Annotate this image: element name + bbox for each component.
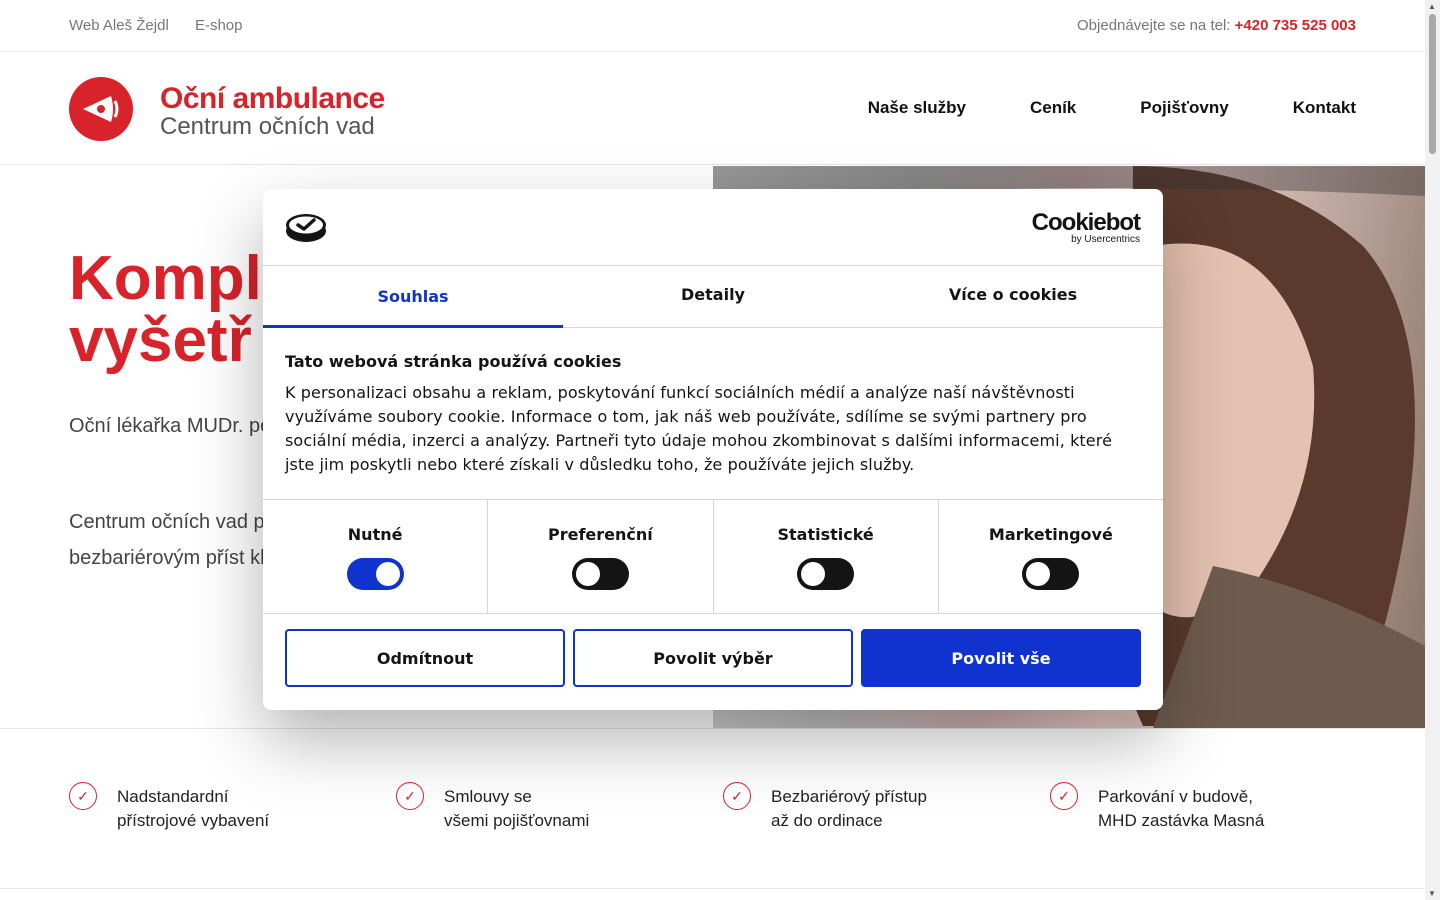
cookie-logo-icon (285, 211, 327, 247)
site-header: Oční ambulance Centrum očních vad Naše s… (0, 53, 1425, 165)
nav-item-insurance[interactable]: Pojišťovny (1140, 98, 1228, 118)
nav-item-contact[interactable]: Kontakt (1293, 98, 1356, 118)
dialog-header: Cookiebot by Usercentrics (263, 189, 1163, 266)
logo-icon[interactable] (69, 77, 133, 141)
dialog-heading: Tato webová stránka používá cookies (285, 352, 622, 371)
top-bar: Web Aleš Žejdl E-shop Objednávejte se na… (0, 0, 1425, 52)
dialog-tabs: Souhlas Detaily Více o cookies (263, 266, 1163, 328)
feature-item: ✓ Parkování v budově, MHD zastávka Masná (1050, 782, 1264, 833)
toggle-statistics[interactable] (797, 558, 855, 590)
nav-item-services[interactable]: Naše služby (868, 98, 966, 118)
feature-text: Parkování v budově, MHD zastávka Masná (1098, 785, 1264, 833)
dialog-content: Tato webová stránka používá cookies K pe… (263, 328, 1163, 500)
top-links: Web Aleš Žejdl E-shop (69, 17, 264, 34)
feature-text: Bezbariérový přístup až do ordinace (771, 785, 927, 833)
feature-line2: přístrojové vybavení (117, 811, 270, 830)
check-icon: ✓ (723, 782, 751, 810)
hero-title-line1: Kompl (69, 244, 262, 313)
dialog-body: K personalizaci obsahu a reklam, poskyto… (285, 383, 1113, 474)
toggle-group-marketing: Marketingové (939, 500, 1163, 613)
hero-title: Kompl vyšetř (69, 248, 262, 372)
feature-line2: všemi pojišťovnami (444, 811, 590, 830)
feature-item: ✓ Smlouvy se všemi pojišťovnami (396, 782, 589, 833)
tab-details[interactable]: Detaily (563, 266, 863, 327)
scrollbar-thumb[interactable] (1429, 14, 1436, 154)
toggle-label: Preferenční (547, 525, 653, 544)
tab-consent[interactable]: Souhlas (263, 266, 563, 328)
feature-text: Smlouvy se všemi pojišťovnami (444, 785, 589, 833)
feature-line1: Bezbariérový přístup (771, 787, 927, 806)
phone-number[interactable]: +420 735 525 003 (1235, 17, 1356, 34)
phone-info: Objednávejte se na tel: +420 735 525 003 (1077, 17, 1356, 34)
nav-item-pricing[interactable]: Ceník (1030, 98, 1076, 118)
feature-line1: Nadstandardní (117, 787, 229, 806)
feature-line2: až do ordinace (771, 811, 883, 830)
toggle-label: Nutné (347, 525, 403, 544)
toggle-preferences[interactable] (571, 558, 629, 590)
feature-item: ✓ Nadstandardní přístrojové vybavení (69, 782, 269, 833)
toggle-label: Marketingové (988, 525, 1113, 544)
cookie-consent-dialog: Cookiebot by Usercentrics Souhlas Detail… (263, 189, 1163, 710)
feature-line1: Smlouvy se (444, 787, 532, 806)
phone-label: Objednávejte se na tel: (1077, 17, 1231, 34)
hero-title-line2: vyšetř (69, 306, 252, 375)
check-icon: ✓ (1050, 782, 1078, 810)
allow-all-button[interactable]: Povolit vše (861, 629, 1141, 687)
main-nav: Naše služby Ceník Pojišťovny Kontakt (868, 98, 1356, 118)
top-link-eshop[interactable]: E-shop (195, 17, 243, 34)
allow-selection-button[interactable]: Povolit výběr (573, 629, 853, 687)
top-link-web[interactable]: Web Aleš Žejdl (69, 17, 169, 34)
toggle-necessary[interactable] (346, 558, 404, 590)
toggle-label: Statistické (777, 525, 874, 544)
cookiebot-brand[interactable]: Cookiebot by Usercentrics (1031, 209, 1141, 245)
toggle-group-preferences: Preferenční (488, 500, 714, 613)
check-icon: ✓ (69, 782, 97, 810)
consent-toggles: Nutné Preferenční Statistické Marketingo… (263, 500, 1163, 614)
section-divider (0, 888, 1425, 889)
feature-item: ✓ Bezbariérový přístup až do ordinace (723, 782, 927, 833)
toggle-group-statistics: Statistické (714, 500, 939, 613)
scroll-up-icon[interactable]: ▲ (1428, 2, 1436, 11)
feature-line1: Parkování v budově, (1098, 787, 1253, 806)
brand-subtitle: Centrum očních vad (160, 113, 375, 140)
toggle-marketing[interactable] (1022, 558, 1080, 590)
scroll-down-icon[interactable]: ▼ (1428, 889, 1436, 898)
cookiebot-logo: Cookiebot (1031, 209, 1141, 236)
feature-text: Nadstandardní přístrojové vybavení (117, 785, 269, 833)
brand-title[interactable]: Oční ambulance (160, 82, 385, 116)
tab-about-cookies[interactable]: Více o cookies (863, 266, 1163, 327)
feature-line2: MHD zastávka Masná (1098, 811, 1265, 830)
toggle-group-necessary: Nutné (263, 500, 489, 613)
page-scrollbar[interactable]: ▲ ▼ (1425, 0, 1440, 900)
dialog-buttons: Odmítnout Povolit výběr Povolit vše (263, 614, 1163, 687)
section-divider (0, 728, 1425, 729)
check-icon: ✓ (396, 782, 424, 810)
deny-button[interactable]: Odmítnout (285, 629, 565, 687)
